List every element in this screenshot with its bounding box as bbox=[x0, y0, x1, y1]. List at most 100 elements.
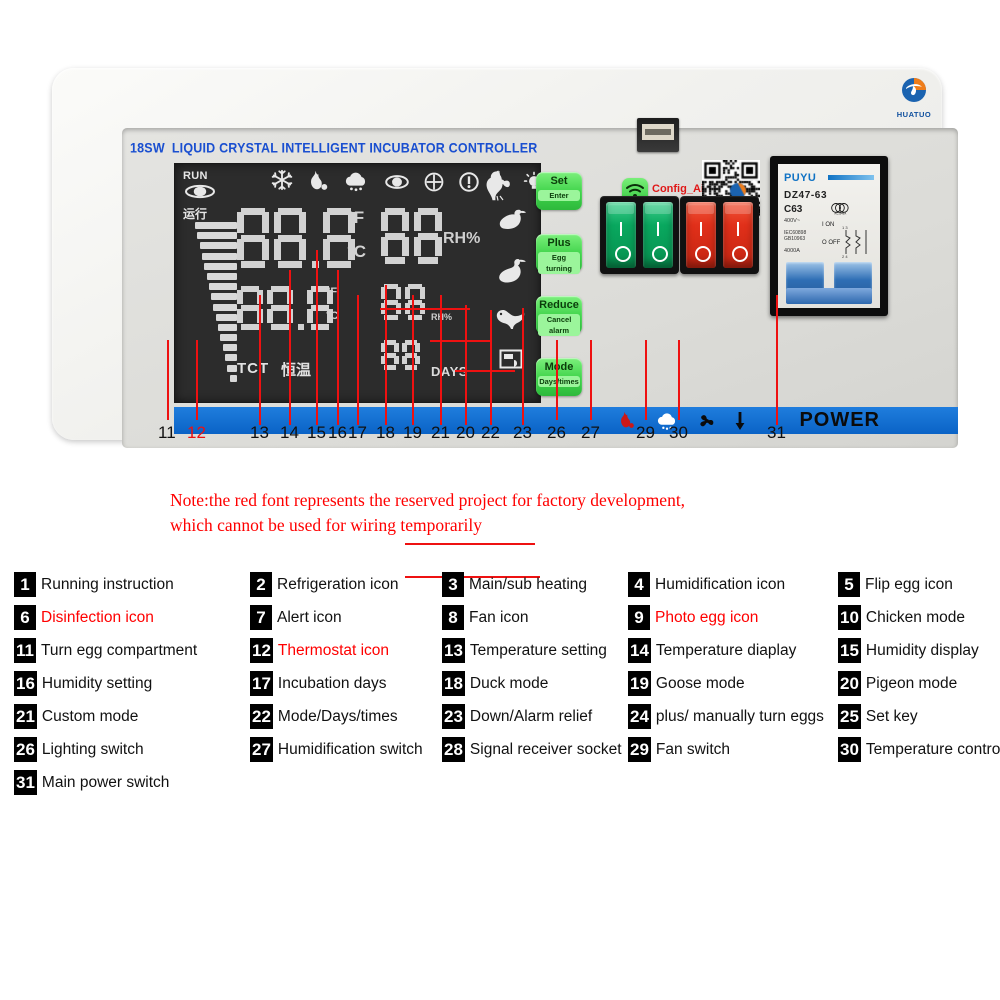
bargraph-segment bbox=[211, 293, 237, 301]
legend-row: 16 Humidity setting 17 Incubation days 18 Duc… bbox=[14, 671, 1000, 696]
legend-number: 25 bbox=[838, 704, 861, 729]
legend-item-2: 2 Refrigeration icon bbox=[250, 572, 442, 597]
legend-label: Main power switch bbox=[41, 774, 170, 791]
key-primary-label: Set bbox=[550, 175, 568, 187]
humidification-cloud-icon bbox=[343, 171, 369, 198]
lcd-bird-modes bbox=[488, 206, 534, 374]
callout-13: 13 bbox=[250, 423, 269, 442]
flip-egg-small-icon bbox=[183, 184, 239, 204]
rh-percent-label: RH% bbox=[443, 230, 481, 247]
legend-label: Pigeon mode bbox=[865, 675, 958, 692]
callout-leader-line bbox=[316, 250, 318, 425]
bargraph-segment bbox=[224, 354, 237, 362]
legend-row: 6 Disinfection icon 7 Alert icon 8 Fan icon 9 P… bbox=[14, 605, 1000, 630]
rocker-switch-green-1[interactable] bbox=[606, 202, 636, 268]
main-power-breaker[interactable]: PUYU DZ47-63 C63 400V~ IEC60898 GB10963 … bbox=[770, 156, 888, 316]
callout-21: 21 bbox=[431, 423, 450, 442]
callout-16: 16 bbox=[328, 423, 347, 442]
temperature-control-strip-icon bbox=[734, 411, 746, 436]
goose-mode-icon bbox=[488, 257, 534, 290]
callout-leader-line bbox=[289, 270, 291, 425]
panel-title-text: LIQUID CRYSTAL INTELLIGENT INCUBATOR CON… bbox=[171, 140, 538, 156]
breaker-off-label: O OFF bbox=[822, 240, 841, 246]
bargraph-segment bbox=[215, 313, 237, 321]
legend-label: Thermostat icon bbox=[277, 642, 390, 659]
legend-label: Humidification switch bbox=[277, 741, 423, 758]
legend-label: Set key bbox=[865, 708, 918, 725]
disinfection-icon bbox=[423, 171, 445, 198]
key-set[interactable]: Set Enter bbox=[536, 172, 582, 210]
callout-12: 12 bbox=[187, 423, 206, 442]
legend-number: 17 bbox=[250, 671, 273, 696]
callout-22: 22 bbox=[481, 423, 500, 442]
legend-number: 22 bbox=[250, 704, 273, 729]
svg-text:2 4: 2 4 bbox=[842, 254, 848, 258]
callout-15: 15 bbox=[307, 423, 326, 442]
callout-27: 27 bbox=[581, 423, 600, 442]
legend-number: 14 bbox=[628, 638, 651, 663]
callout-leader-line bbox=[490, 310, 492, 425]
key-reduce[interactable]: Reduce Cancel alarm bbox=[536, 296, 582, 336]
callout-30: 30 bbox=[669, 423, 688, 442]
device-photo: 12345678910252428 18SWLIQUID CRYSTAL INT… bbox=[0, 40, 1000, 578]
temperature-setting-display bbox=[237, 286, 337, 335]
unit-f-small-label: °F bbox=[326, 286, 338, 298]
legend-number: 4 bbox=[628, 572, 650, 597]
callout-leader-line bbox=[337, 270, 339, 425]
key-mode[interactable]: Mode Days/times bbox=[536, 358, 582, 396]
signal-receiver-socket[interactable] bbox=[637, 118, 679, 152]
legend-item-8: 8 Fan icon bbox=[442, 605, 628, 630]
flame-heating-icon bbox=[305, 170, 329, 197]
breaker-brand-bar bbox=[828, 175, 874, 180]
breaker-standard: IEC60898 GB10963 bbox=[784, 230, 806, 242]
tct-label: TCT bbox=[237, 360, 270, 377]
breaker-breaking-capacity: 4000A bbox=[784, 248, 800, 254]
rocker-switch-red-2[interactable] bbox=[723, 202, 753, 268]
temp-set-digit bbox=[237, 286, 337, 330]
legend-label: Temperature setting bbox=[469, 642, 607, 659]
callout-29: 29 bbox=[636, 423, 655, 442]
key-secondary-label: Enter bbox=[538, 190, 580, 201]
legend-item-16: 16 Humidity setting bbox=[14, 671, 250, 696]
legend-row: 21 Custom mode 22 Mode/Days/times 23 Down/Ala… bbox=[14, 704, 1000, 729]
legend-item-25: 25 Set key bbox=[838, 704, 998, 729]
callout-leader-line bbox=[385, 285, 387, 425]
breaker-on-label: I ON bbox=[822, 222, 835, 228]
legend-item-27: 27 Humidification switch bbox=[250, 737, 442, 762]
legend-number: 10 bbox=[838, 605, 861, 630]
breaker-wiring-diagram: 1 3 2 4 bbox=[842, 226, 867, 258]
pigeon-mode-icon bbox=[488, 304, 534, 337]
legend-label: Mode/Days/times bbox=[277, 708, 398, 725]
rocker-switch-red-1[interactable] bbox=[686, 202, 716, 268]
days-digit bbox=[381, 340, 423, 370]
breaker-levers[interactable] bbox=[786, 262, 872, 306]
key-plus[interactable]: Plus Egg turning bbox=[536, 234, 582, 274]
legend-number: 29 bbox=[628, 737, 651, 762]
key-primary-label: Reduce bbox=[539, 299, 579, 311]
callout-leader-line bbox=[465, 305, 467, 425]
key-secondary-label: Days/times bbox=[538, 376, 580, 387]
legend-number: 7 bbox=[250, 605, 272, 630]
legend-label: Goose mode bbox=[655, 675, 745, 692]
controller-outer-case: 18SW LIQUID CRYSTAL INTELLIGENT INCUBATOR… bbox=[52, 68, 958, 448]
duck-mode-icon bbox=[488, 206, 534, 237]
legend-label: Temperature control bbox=[865, 741, 1000, 758]
callout-leader-line bbox=[522, 308, 524, 425]
bargraph-segment bbox=[222, 344, 237, 352]
legend-number: 20 bbox=[838, 671, 861, 696]
bargraph-segment bbox=[208, 283, 237, 291]
key-primary-label: Plus bbox=[547, 237, 571, 249]
run-label-cn: 运行 bbox=[183, 207, 208, 221]
callout-leader-line bbox=[455, 370, 515, 372]
legend-item-19: 19 Goose mode bbox=[628, 671, 838, 696]
panel-title: 18SW LIQUID CRYSTAL INTELLIGENT INCUBATOR… bbox=[130, 140, 550, 162]
rocker-switch-green-2[interactable] bbox=[643, 202, 673, 268]
callout-18: 18 bbox=[376, 423, 395, 442]
legend-label: Alert icon bbox=[277, 609, 342, 626]
legend-row: 31 Main power switch bbox=[14, 770, 1000, 795]
callout-26: 26 bbox=[547, 423, 566, 442]
bargraph-segment bbox=[220, 334, 237, 342]
legend-number: 30 bbox=[838, 737, 861, 762]
bargraph-segment bbox=[195, 222, 237, 229]
legend-label: Refrigeration icon bbox=[277, 576, 399, 593]
